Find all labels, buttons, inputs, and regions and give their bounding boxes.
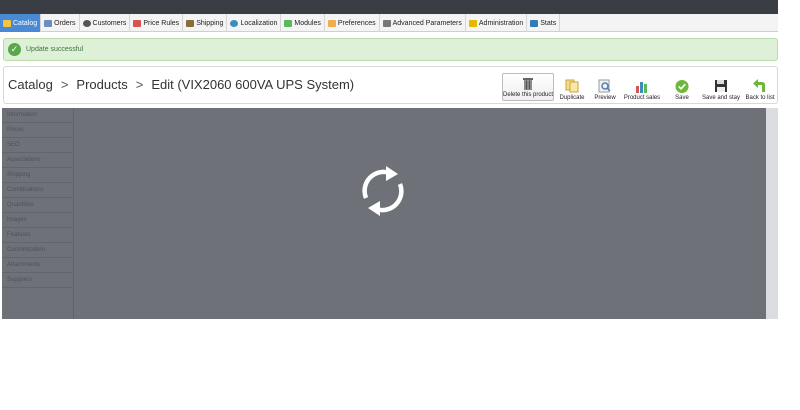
top-bar [0,0,778,14]
puzzle-icon [284,19,293,27]
button-label: Delete this product [502,92,554,98]
menu-item-label: Localization [240,19,278,27]
product-tabs-sidebar: Information Prices SEO Associations Ship… [2,108,73,289]
key-icon [468,19,477,27]
globe-icon [230,19,239,27]
trash-icon [521,76,535,90]
menu-item-shipping[interactable]: Shipping [183,14,228,32]
page-title: Edit (VIX2060 600VA UPS System) [151,77,355,92]
tab-suppliers[interactable]: Suppliers [2,273,73,288]
menu-item-price-rules[interactable]: Price Rules [130,14,184,32]
tab-attachments[interactable]: Attachments [2,258,73,273]
menu-item-label: Administration [478,19,524,27]
menu-item-label: Preferences [337,19,376,27]
main-menu: Catalog Orders Customers Price Rules Shi… [0,14,778,32]
preview-button[interactable]: Preview [593,73,617,101]
save-and-stay-button[interactable]: Save and stay [702,73,740,101]
page-toolbar: Catalog > Products > Edit (VIX2060 600VA… [3,66,778,104]
back-to-list-button[interactable]: Back to list [745,73,775,101]
duplicate-button[interactable]: Duplicate [559,73,585,101]
truck-icon [186,19,195,27]
menu-item-label: Catalog [13,19,38,27]
menu-item-orders[interactable]: Orders [41,14,80,32]
tab-features[interactable]: Features [2,228,73,243]
breadcrumb-products[interactable]: Products [76,77,127,92]
button-label: Back to list [745,95,775,101]
delete-product-button[interactable]: Delete this product [502,73,554,101]
menu-item-advanced-parameters[interactable]: Advanced Parameters [380,14,466,32]
check-circle-icon: ✓ [8,43,21,56]
cart-icon [44,19,53,27]
duplicate-icon [565,79,579,93]
bar-chart-icon [530,19,539,27]
product-sales-button[interactable]: Product sales [623,73,661,101]
button-label: Save and stay [701,95,741,101]
bar-chart-icon [635,79,649,93]
floppy-disk-icon [714,79,728,93]
tab-seo[interactable]: SEO [2,138,73,153]
magnifier-icon [598,79,612,93]
alert-text: Update successful [26,46,84,53]
menu-item-stats[interactable]: Stats [527,14,561,32]
menu-item-administration[interactable]: Administration [466,14,528,32]
menu-item-label: Price Rules [143,19,180,27]
user-icon [82,19,91,27]
success-alert: ✓ Update successful [3,38,778,61]
menu-item-label: Customers [92,19,127,27]
tab-associations[interactable]: Associations [2,153,73,168]
price-tag-icon [133,19,142,27]
menu-item-localization[interactable]: Localization [227,14,282,32]
tab-customization[interactable]: Customization [2,243,73,258]
menu-item-label: Advanced Parameters [392,19,462,27]
button-label: Duplicate [559,95,585,101]
window-icon [327,19,336,27]
button-label: Save [675,95,689,101]
tab-shipping[interactable]: Shipping [2,168,73,183]
folder-icon [3,19,11,27]
button-label: Product sales [623,95,661,101]
breadcrumb-separator: > [60,77,69,92]
menu-item-label: Stats [540,19,557,27]
menu-item-label: Orders [54,19,76,27]
menu-item-customers[interactable]: Customers [80,14,131,32]
scrollbar[interactable] [766,108,778,319]
save-button[interactable]: Save [671,73,693,101]
breadcrumb-catalog[interactable]: Catalog [8,77,53,92]
button-label: Preview [594,95,616,101]
wrench-icon [382,19,391,27]
check-icon [675,79,689,93]
tab-images[interactable]: Images [2,213,73,228]
tab-combinations[interactable]: Combinations [2,183,73,198]
tab-quantities[interactable]: Quantities [2,198,73,213]
menu-item-label: Shipping [196,19,224,27]
breadcrumb: Catalog > Products > Edit (VIX2060 600VA… [8,77,354,92]
menu-item-preferences[interactable]: Preferences [325,14,380,32]
back-arrow-icon [753,79,767,93]
breadcrumb-separator: > [135,77,144,92]
sidebar-divider [73,108,74,319]
menu-item-label: Modules [294,19,321,27]
tab-prices[interactable]: Prices [2,123,73,138]
menu-item-catalog[interactable]: Catalog [0,14,42,32]
tab-information[interactable]: Information [2,108,73,123]
refresh-spinner-icon [356,164,410,218]
menu-item-modules[interactable]: Modules [281,14,325,32]
